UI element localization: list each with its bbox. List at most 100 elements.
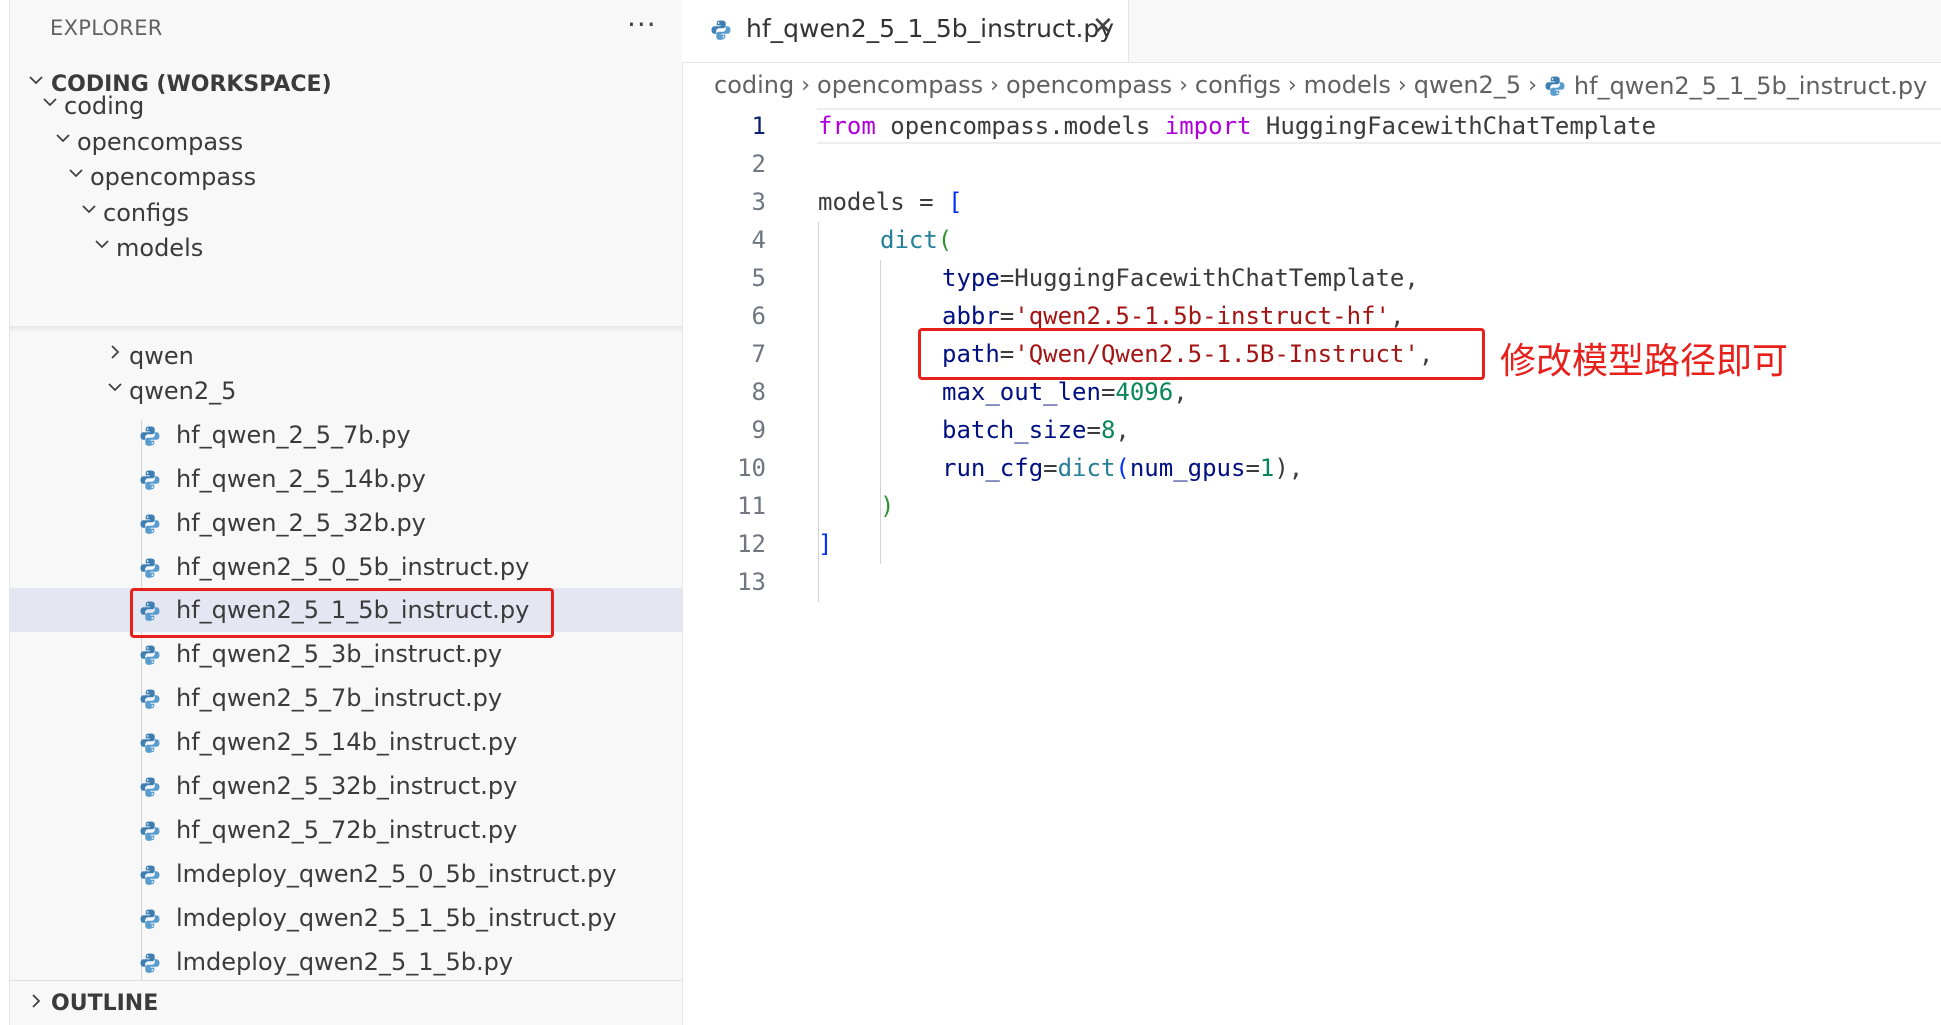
tab-label: hf_qwen2_5_1_5b_instruct.py [746,14,1115,43]
tree-file[interactable]: hf_qwen2_5_14b_instruct.py [10,720,682,764]
tree-label: hf_qwen_2_5_32b.py [176,509,426,537]
line-number: 3 [751,188,766,216]
annotation-text: 修改模型路径即可 [1500,341,1789,382]
tree-label: opencompass [90,163,257,191]
tree-folder-qwen2_5[interactable]: qwen2_5 [10,369,682,413]
code-line: 13 [682,564,1941,602]
tree-file[interactable]: hf_qwen_2_5_7b.py [10,413,682,457]
line-number: 9 [751,416,766,444]
tree-file[interactable]: hf_qwen2_5_72b_instruct.py [10,808,682,852]
line-number: 1 [751,112,766,140]
tree-label: qwen2_5 [129,377,237,405]
chevron-right-icon: › [801,72,811,98]
line-number: 4 [751,226,766,254]
editor-tab-active[interactable]: hf_qwen2_5_1_5b_instruct.py ✕ [682,0,1129,62]
breadcrumb-item[interactable]: coding [714,71,794,99]
python-file-icon [139,732,161,758]
tree-file[interactable]: hf_qwen2_5_3b_instruct.py [10,632,682,676]
explorer-sidebar: EXPLORER ··· CODING (WORKSPACE) coding o… [9,0,683,1025]
tree-label: hf_qwen_2_5_7b.py [176,421,411,449]
tree-file[interactable]: lmdeploy_qwen2_5_1_5b.py [10,940,682,984]
chevron-right-icon: › [1287,72,1297,98]
chevron-right-icon: › [990,72,999,98]
chevron-down-icon [53,128,73,152]
tree-file[interactable]: hf_qwen2_5_7b_instruct.py [10,676,682,720]
tree-label: hf_qwen2_5_7b_instruct.py [176,684,503,712]
breadcrumb-item[interactable]: models [1304,71,1391,99]
python-file-icon [139,820,161,846]
tree-file[interactable]: lmdeploy_qwen2_5_1_5b_instruct.py [10,896,682,940]
python-file-icon [139,425,161,451]
line-number: 5 [751,264,766,292]
tree-label: hf_qwen2_5_14b_instruct.py [176,728,518,756]
chevron-right-icon: › [1528,72,1537,98]
python-file-icon [710,19,732,45]
python-file-icon [139,644,161,670]
selected-file-highlight [130,588,554,638]
breadcrumb-item[interactable]: configs [1195,71,1281,99]
breadcrumb-file[interactable]: hf_qwen2_5_1_5b_instruct.py [1544,71,1927,100]
sticky-scroll-divider [10,326,682,332]
python-file-icon [139,557,161,583]
tree-file[interactable]: hf_qwen_2_5_32b.py [10,501,682,545]
python-file-icon [1544,75,1566,103]
tree-file[interactable]: hf_qwen2_5_0_5b_instruct.py [10,545,682,589]
breadcrumb-item[interactable]: opencompass [817,71,983,99]
code-line: 9 batch_size=8, [682,412,1941,450]
line-number: 8 [751,378,766,406]
python-file-icon [139,952,161,978]
tree-file[interactable]: hf_qwen_2_5_14b.py [10,457,682,501]
tree-label: models [116,234,204,262]
python-file-icon [139,469,161,495]
tree-label: hf_qwen2_5_72b_instruct.py [176,816,518,844]
tree-label: hf_qwen_2_5_14b.py [176,465,426,493]
python-file-icon [139,776,161,802]
tree-label: qwen [129,342,194,370]
line-number: 12 [737,530,766,558]
chevron-down-icon [105,377,125,401]
breadcrumb-file-label: hf_qwen2_5_1_5b_instruct.py [1573,71,1928,100]
tree-label: hf_qwen2_5_3b_instruct.py [176,640,503,668]
chevron-right-icon: › [1179,72,1188,98]
code-line: 1 from opencompass.models import Hugging… [682,108,1941,146]
line-number: 7 [751,340,766,368]
code-line: 3 models = [ [682,184,1941,222]
tree-label: configs [103,199,189,227]
code-line: 12 ] [682,526,1941,564]
chevron-right-icon [26,991,46,1015]
breadcrumb-item[interactable]: qwen2_5 [1414,71,1521,99]
outline-section-header[interactable]: OUTLINE [10,980,682,1025]
chevron-down-icon [40,92,60,116]
tree-file[interactable]: hf_qwen2_5_32b_instruct.py [10,764,682,808]
code-editor[interactable]: 1 from opencompass.models import Hugging… [682,108,1941,988]
breadcrumb-item[interactable]: opencompass [1006,71,1172,99]
code-line: 5 type=HuggingFacewithChatTemplate, [682,260,1941,298]
line-number: 6 [751,302,766,330]
path-line-highlight [918,328,1485,380]
tree-label: lmdeploy_qwen2_5_1_5b_instruct.py [176,904,617,932]
chevron-down-icon [66,163,86,187]
tree-label: lmdeploy_qwen2_5_1_5b.py [176,948,514,976]
chevron-right-icon [105,342,125,366]
editor-tab-bar: hf_qwen2_5_1_5b_instruct.py ✕ [682,0,1941,63]
close-icon[interactable]: ✕ [1092,12,1114,42]
code-line: 2 [682,146,1941,184]
more-actions-icon[interactable]: ··· [627,8,657,41]
breadcrumb: coding › opencompass › opencompass › configs › m… [714,70,1927,102]
chevron-down-icon [79,199,99,223]
tree-label: opencompass [77,128,244,156]
line-number: 11 [737,492,766,520]
line-number: 2 [751,150,766,178]
tree-label: hf_qwen2_5_32b_instruct.py [176,772,518,800]
line-number: 13 [737,568,766,596]
tree-label: coding [64,92,145,120]
chevron-down-icon [92,234,112,258]
python-file-icon [139,908,161,934]
tree-label: hf_qwen2_5_0_5b_instruct.py [176,553,530,581]
tree-file[interactable]: lmdeploy_qwen2_5_0_5b_instruct.py [10,852,682,896]
tree-label: lmdeploy_qwen2_5_0_5b_instruct.py [176,860,617,888]
tree-folder-models[interactable]: models [10,226,682,270]
chevron-right-icon: › [1397,72,1407,98]
python-file-icon [139,513,161,539]
line-number: 10 [737,454,766,482]
